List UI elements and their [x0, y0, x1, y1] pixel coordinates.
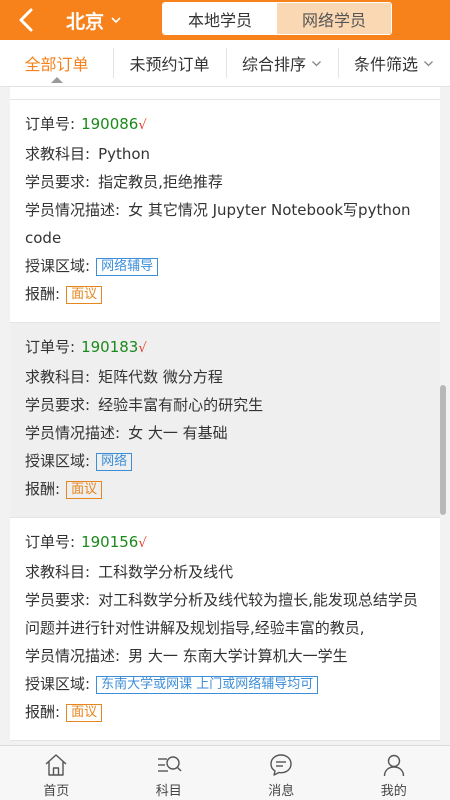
subject-value: 矩阵代数 微分方程 — [98, 368, 223, 386]
area-row: 授课区域: 网络辅导 — [25, 252, 425, 280]
tab-online-students[interactable]: 网络学员 — [277, 3, 391, 34]
area-tag: 东南大学或网课 上门或网络辅导均可 — [96, 675, 319, 694]
filter-label: 未预约订单 — [129, 55, 210, 74]
area-tag: 网络 — [96, 452, 133, 471]
bottom-tab-bar: 首页 科目 消息 我的 — [0, 745, 450, 800]
order-card[interactable]: 订单号: 190086√ 求教科目: Python 学员要求: 指定教员,拒绝推荐 学… — [10, 100, 440, 323]
nav-label: 消息 — [268, 784, 295, 799]
tab-local-students[interactable]: 本地学员 — [163, 3, 277, 34]
subject-row: 求教科目: 工科数学分析及线代 — [25, 563, 234, 581]
city-name: 北京 — [66, 10, 105, 33]
check-mark-icon: √ — [138, 118, 147, 133]
area-row: 授课区域: 东南大学或网课 上门或网络辅导均可 — [25, 670, 425, 698]
description-value: 女 大一 有基础 — [128, 424, 228, 442]
requirement-row: 学员要求: 经验丰富有耐心的研究生 — [25, 396, 264, 414]
chevron-down-icon — [312, 60, 321, 66]
pay-row: 报酬: 面议 — [25, 698, 425, 726]
area-tag: 网络辅导 — [96, 257, 159, 276]
order-list[interactable]: 订单号: 190086√ 求教科目: Python 学员要求: 指定教员,拒绝推荐 学… — [10, 87, 440, 745]
filter-sort[interactable]: 综合排序 — [226, 40, 338, 86]
order-number-row: 订单号: 190086√ — [25, 115, 147, 133]
message-icon — [270, 754, 292, 776]
nav-profile[interactable]: 我的 — [338, 746, 450, 800]
description-row: 学员情况描述: 女 其它情况 Jupyter Notebook写python co… — [25, 201, 411, 247]
description-row: 学员情况描述: 女 大一 有基础 — [25, 424, 228, 442]
nav-label: 科目 — [155, 784, 182, 799]
filter-all-orders[interactable]: 全部订单 — [0, 40, 113, 86]
pay-tag: 面议 — [66, 480, 103, 499]
active-indicator-icon — [50, 77, 63, 83]
area-row: 授课区域: 网络 — [25, 447, 425, 475]
order-card[interactable]: 订单号: 190156√ 求教科目: 工科数学分析及线代 学员要求: 对工科数学分析及… — [10, 518, 440, 741]
filter-label: 全部订单 — [24, 55, 89, 74]
order-card[interactable]: 订单号: 190183√ 求教科目: 矩阵代数 微分方程 学员要求: 经验丰富有耐心的… — [10, 323, 440, 518]
order-number-row: 订单号: 190183√ — [25, 338, 147, 356]
scrollbar[interactable] — [440, 385, 446, 515]
subject-search-icon — [157, 756, 182, 772]
pay-tag: 面议 — [66, 285, 103, 304]
nav-home[interactable]: 首页 — [0, 746, 113, 800]
description-row: 学员情况描述: 男 大一 东南大学计算机大一学生 — [25, 647, 348, 665]
nav-label: 首页 — [43, 784, 70, 799]
top-bar: 北京 本地学员 网络学员 — [0, 0, 450, 40]
requirement-row: 学员要求: 对工科数学分析及线代较为擅长,能发现总结学员问题并进行针对性讲解及规划… — [25, 591, 418, 637]
pay-row: 报酬: 面议 — [25, 280, 425, 308]
chevron-down-icon — [111, 17, 121, 24]
requirement-value: 指定教员,拒绝推荐 — [98, 173, 223, 191]
filter-unbooked-orders[interactable]: 未预约订单 — [113, 40, 226, 86]
pay-tag: 面议 — [66, 703, 103, 722]
requirement-value: 经验丰富有耐心的研究生 — [98, 396, 264, 414]
pay-row: 报酬: 面议 — [25, 475, 425, 503]
filter-bar: 全部订单 未预约订单 综合排序 条件筛选 — [0, 40, 450, 87]
subject-row: 求教科目: 矩阵代数 微分方程 — [25, 368, 223, 386]
nav-messages[interactable]: 消息 — [225, 746, 338, 800]
order-number-row: 订单号: 190156√ — [25, 533, 147, 551]
nav-subjects[interactable]: 科目 — [113, 746, 226, 800]
subject-value: Python — [98, 145, 151, 163]
requirement-row: 学员要求: 指定教员,拒绝推荐 — [25, 173, 223, 191]
subject-row: 求教科目: Python — [25, 145, 151, 163]
order-number: 190183 — [81, 338, 139, 356]
back-arrow-icon[interactable] — [14, 7, 40, 33]
list-top-spacer — [10, 87, 440, 100]
description-value: 男 大一 东南大学计算机大一学生 — [128, 647, 348, 665]
filter-label: 条件筛选 — [353, 55, 418, 74]
chevron-down-icon — [424, 60, 433, 66]
filter-label: 综合排序 — [241, 55, 306, 74]
filter-conditions[interactable]: 条件筛选 — [338, 40, 450, 86]
subject-value: 工科数学分析及线代 — [98, 563, 234, 581]
check-mark-icon: √ — [138, 341, 147, 356]
home-icon — [45, 754, 67, 776]
order-number: 190156 — [81, 533, 139, 551]
user-icon — [383, 754, 404, 777]
student-type-switch: 本地学员 网络学员 — [162, 2, 392, 35]
check-mark-icon: √ — [138, 536, 147, 551]
nav-label: 我的 — [380, 784, 407, 799]
order-number: 190086 — [81, 115, 139, 133]
city-selector[interactable]: 北京 — [66, 7, 122, 33]
